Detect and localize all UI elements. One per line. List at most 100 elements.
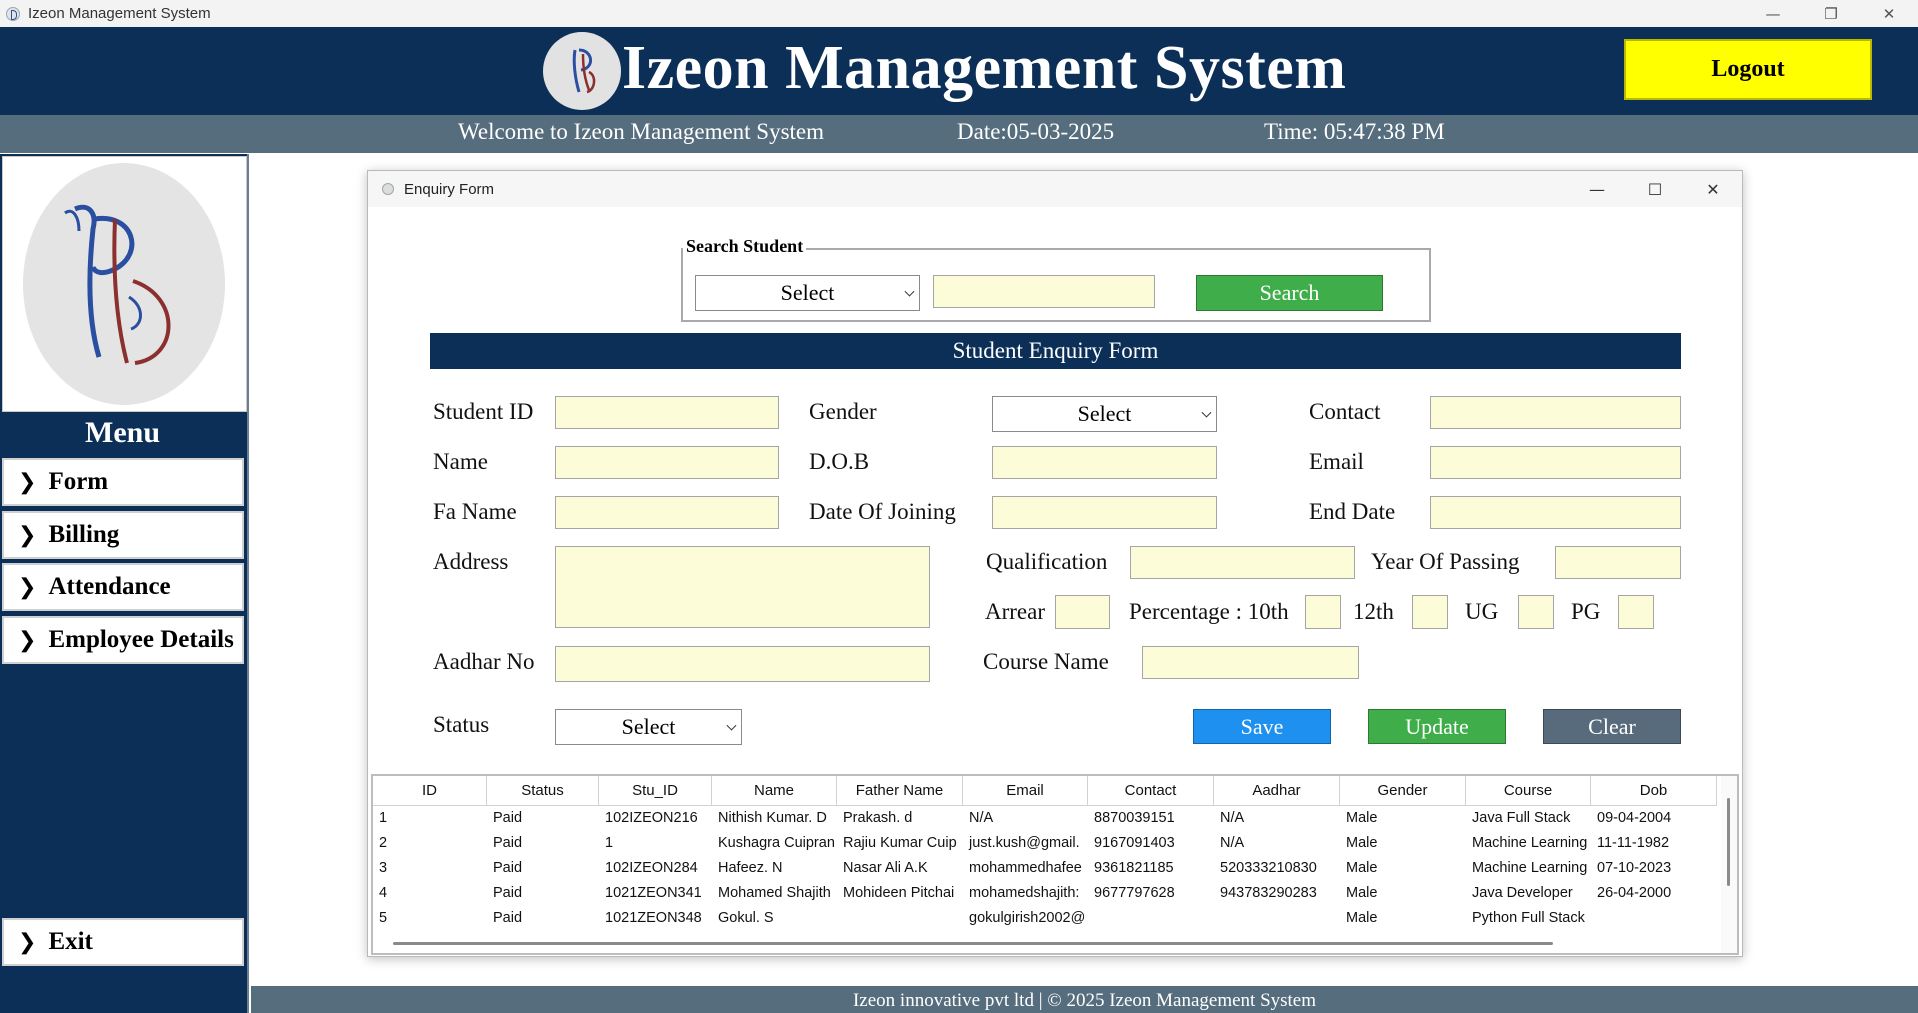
table-row[interactable]: 3 Paid 102IZEON284 Hafeez. N Nasar Ali A.K mo… (373, 856, 1717, 881)
gender-select[interactable]: Select (992, 396, 1217, 432)
table-cell: 520333210830 (1220, 860, 1317, 876)
search-input[interactable] (933, 275, 1155, 308)
status-select[interactable]: Select (555, 709, 742, 745)
menu-item-exit[interactable]: ❯ Exit (2, 918, 244, 966)
dob-input[interactable] (992, 446, 1217, 479)
column-header[interactable]: Aadhar (1214, 776, 1340, 806)
dialog-close-icon[interactable]: ✕ (1684, 171, 1742, 207)
scroll-thumb[interactable] (1727, 798, 1730, 886)
table-cell: Paid (493, 885, 523, 901)
menu-item-label: Exit (48, 928, 93, 955)
save-button[interactable]: Save (1193, 709, 1331, 744)
table-cell: Machine Learning (1472, 835, 1588, 851)
table-cell: 3 (379, 860, 388, 876)
column-header[interactable]: Course (1466, 776, 1591, 806)
table-cell: Python Full Stack (1472, 910, 1585, 926)
table-cell: Male (1346, 910, 1378, 926)
column-header[interactable]: Contact (1088, 776, 1214, 806)
horizontal-scrollbar[interactable] (393, 942, 1553, 945)
column-header[interactable]: Dob (1591, 776, 1717, 806)
window-controls: — ❐ ✕ (1744, 0, 1918, 27)
menu-item-employee-details[interactable]: ❯ Employee Details (2, 616, 244, 664)
column-header[interactable]: Father Name (837, 776, 963, 806)
search-button[interactable]: Search (1196, 275, 1383, 311)
menu-item-billing[interactable]: ❯ Billing (2, 511, 244, 559)
welcome-text: Welcome to Izeon Management System (458, 119, 825, 144)
course-name-input[interactable] (1142, 646, 1359, 679)
column-header[interactable]: Name (712, 776, 837, 806)
name-input[interactable] (555, 446, 779, 479)
year-of-passing-label: Year Of Passing (1371, 549, 1520, 574)
table-cell: Paid (493, 835, 523, 851)
close-icon[interactable]: ✕ (1860, 0, 1918, 27)
table-cell: mohammedhafee (969, 860, 1082, 876)
year-of-passing-input[interactable] (1555, 546, 1681, 579)
table-cell: 9167091403 (1094, 835, 1175, 851)
qualification-label: Qualification (986, 549, 1108, 574)
chevron-right-icon: ❯ (18, 522, 37, 548)
table-cell: Paid (493, 810, 523, 826)
table-cell: 5 (379, 910, 388, 926)
table-cell (1214, 906, 1340, 931)
window-title: Izeon Management System (28, 5, 211, 22)
table-row[interactable]: 5 Paid 1021ZEON348 Gokul. S gokulgirish2002@… (373, 906, 1717, 931)
column-header[interactable]: Gender (1340, 776, 1466, 806)
update-button[interactable]: Update (1368, 709, 1506, 744)
menu-item-label: Form (48, 468, 109, 495)
student-id-input[interactable] (555, 396, 779, 429)
form-title-banner: Student Enquiry Form (430, 333, 1681, 369)
table-cell: Male (1346, 810, 1378, 826)
arrear-input[interactable] (1055, 595, 1110, 629)
clear-button[interactable]: Clear (1543, 709, 1681, 744)
search-by-select[interactable]: Select (695, 275, 920, 311)
status-select-value: Select (621, 714, 676, 739)
gender-select-value: Select (1077, 401, 1132, 426)
ug-input[interactable] (1518, 595, 1554, 629)
column-header[interactable]: Email (963, 776, 1088, 806)
percentage-10th-label: Percentage : 10th (1129, 599, 1289, 624)
table-cell: 4 (379, 885, 388, 901)
table-header: ID Status Stu_ID Name Father Name Email Contac… (373, 776, 1717, 806)
email-label: Email (1309, 449, 1364, 474)
fa-name-input[interactable] (555, 496, 779, 529)
qualification-input[interactable] (1130, 546, 1355, 579)
address-textarea[interactable] (555, 546, 930, 628)
end-date-input[interactable] (1430, 496, 1681, 529)
table-row[interactable]: 1 Paid 102IZEON216 Nithish Kumar. D Prakash.… (373, 806, 1717, 831)
table-row[interactable]: 2 Paid 1 Kushagra Cuipran Rajiu Kumar Cuip ju… (373, 831, 1717, 856)
menu-item-attendance[interactable]: ❯ Attendance (2, 563, 244, 611)
logout-button[interactable]: Logout (1624, 39, 1872, 100)
email-input[interactable] (1430, 446, 1681, 479)
table-row[interactable]: 4 Paid 1021ZEON341 Mohamed Shajith Mohideen … (373, 881, 1717, 906)
column-header[interactable]: ID (373, 776, 487, 806)
percentage-10th-input[interactable] (1305, 595, 1341, 629)
doj-input[interactable] (992, 496, 1217, 529)
column-header[interactable]: Stu_ID (599, 776, 712, 806)
sidebar: Menu ❯ Form ❯ Billing ❯ Attendance ❯ Emp… (0, 154, 249, 1013)
table-cell: Java Developer (1472, 885, 1573, 901)
minimize-icon[interactable]: — (1744, 0, 1802, 27)
dialog-maximize-icon[interactable]: ☐ (1626, 171, 1684, 207)
chevron-down-icon (1201, 407, 1212, 418)
course-name-label: Course Name (983, 649, 1109, 674)
restore-icon[interactable]: ❐ (1802, 0, 1860, 27)
menu-item-form[interactable]: ❯ Form (2, 458, 244, 506)
header-logo-icon (543, 32, 621, 110)
fa-name-label: Fa Name (433, 499, 517, 524)
column-header[interactable]: Status (487, 776, 599, 806)
table-cell: just.kush@gmail. (969, 835, 1080, 851)
menu-item-label: Attendance (48, 573, 171, 600)
dialog-minimize-icon[interactable]: — (1568, 171, 1626, 207)
table-cell (1591, 906, 1717, 931)
app-logo-icon (6, 6, 20, 21)
pg-input[interactable] (1618, 595, 1654, 629)
table-cell: Paid (493, 860, 523, 876)
table-cell: 2 (379, 835, 388, 851)
info-bar: Welcome to Izeon Management System Date:… (0, 115, 1918, 153)
table-cell: Male (1346, 835, 1378, 851)
contact-input[interactable] (1430, 396, 1681, 429)
sidebar-logo-panel (2, 156, 247, 412)
vertical-scrollbar[interactable] (1721, 776, 1737, 953)
percentage-12th-input[interactable] (1412, 595, 1448, 629)
aadhar-input[interactable] (555, 646, 930, 682)
